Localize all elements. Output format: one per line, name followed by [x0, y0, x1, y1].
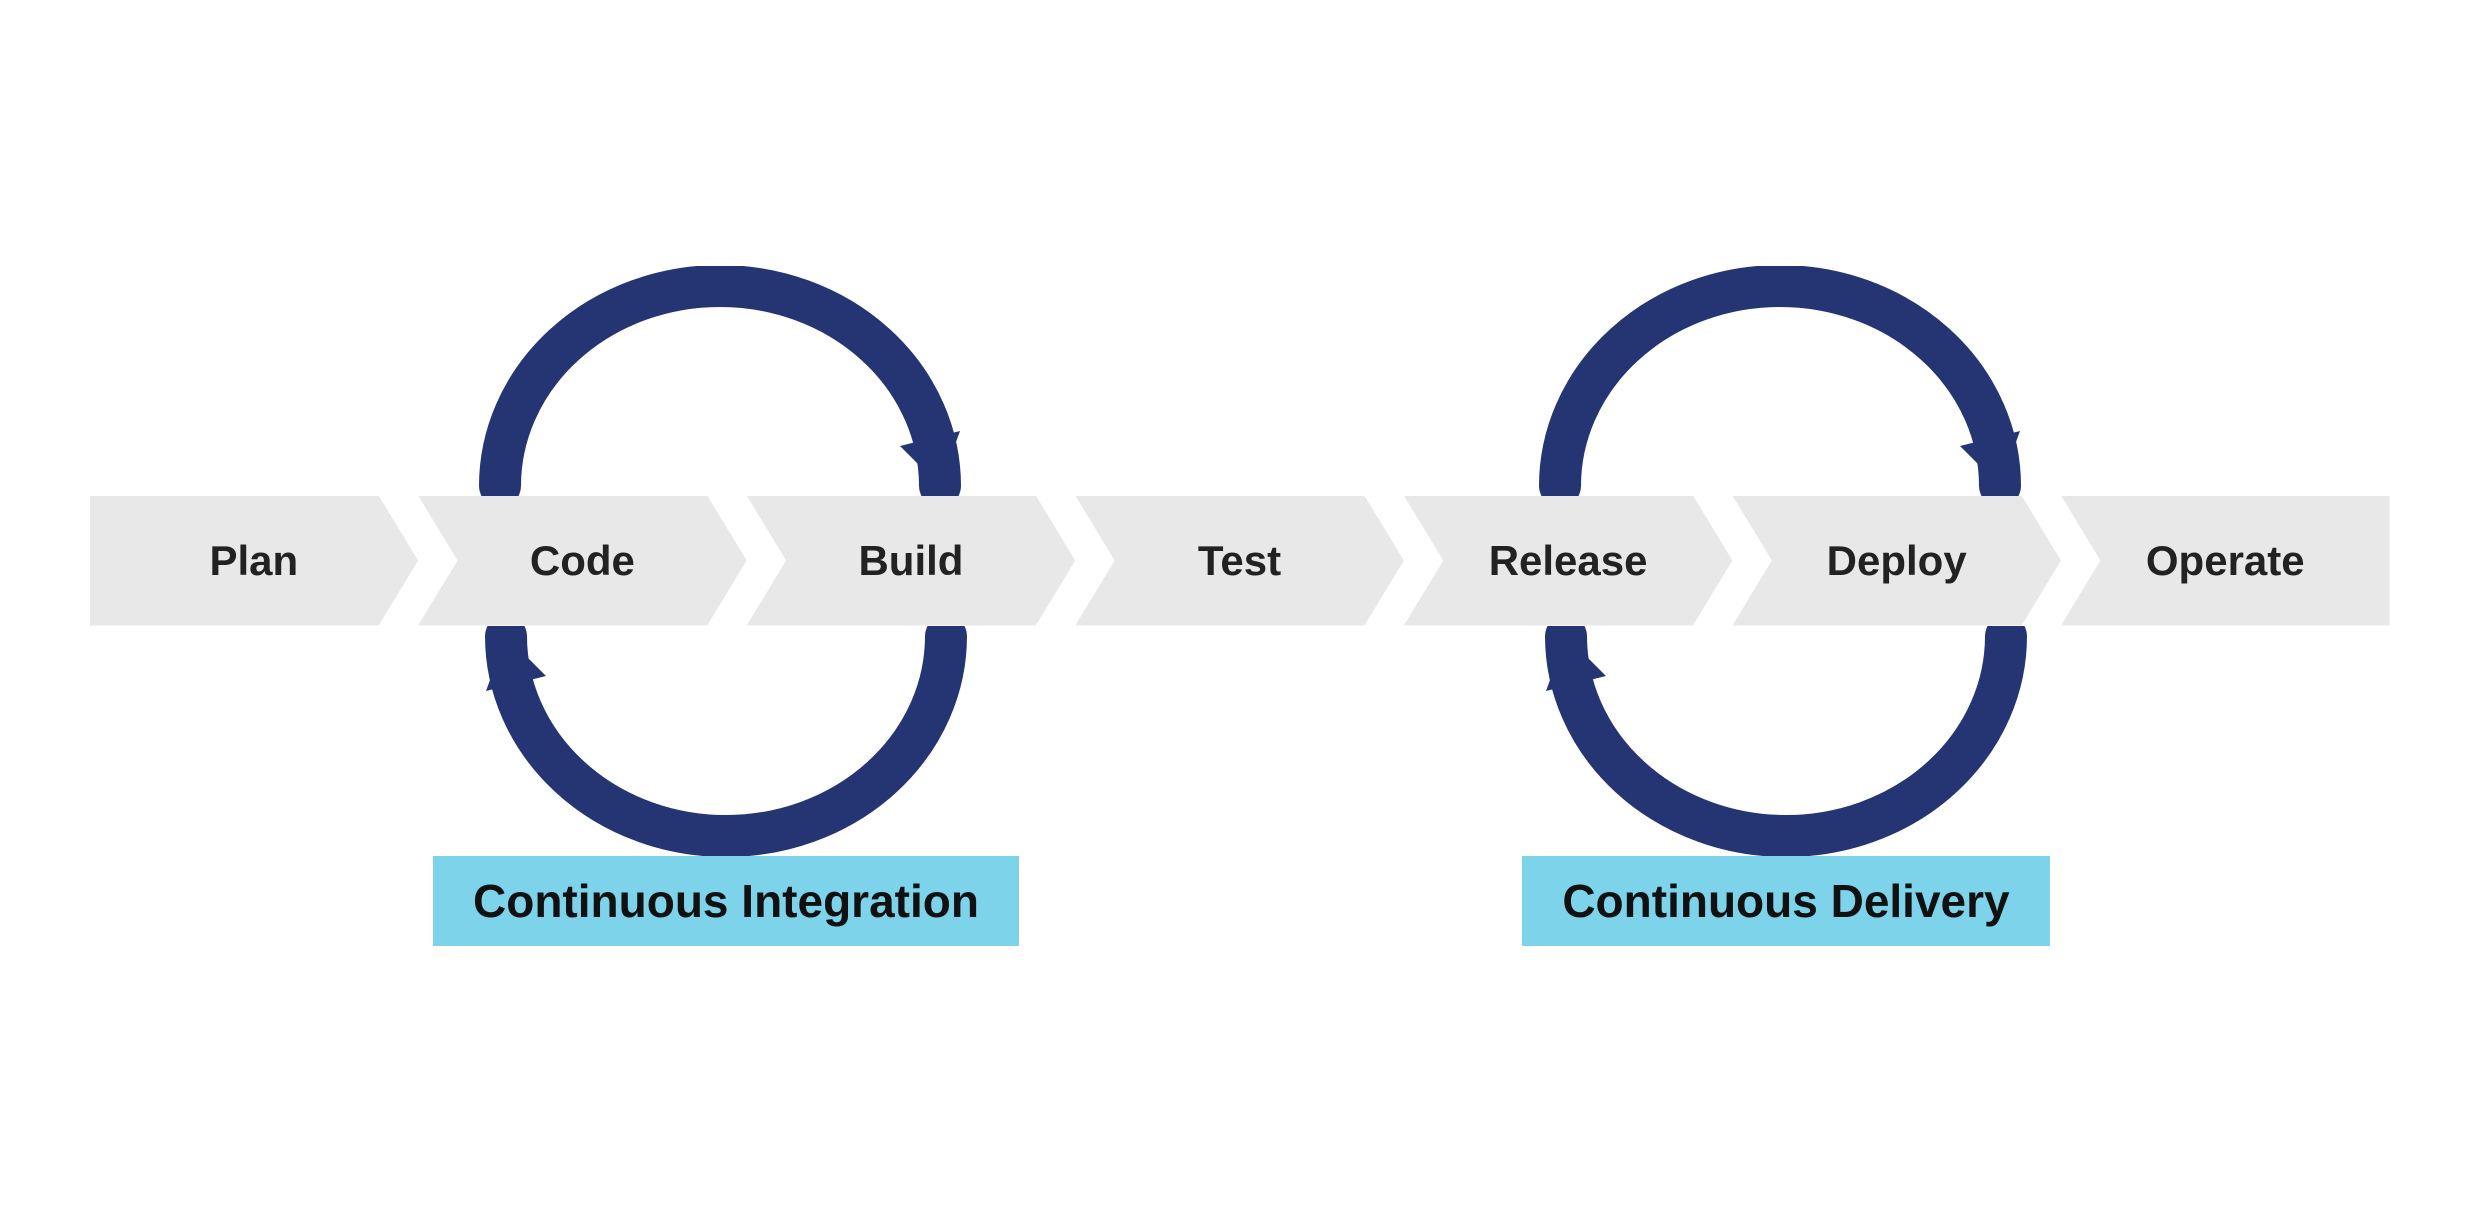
arrow-test: Test	[1075, 496, 1404, 626]
ci-bottom-group: Continuous Integration	[433, 626, 1019, 946]
bottom-arcs-row: Continuous Integration Continuous Delive…	[90, 626, 2390, 946]
pipeline-item-operate: Operate	[2061, 496, 2390, 626]
label-release: Release	[1489, 537, 1648, 585]
arrow-operate: Operate	[2061, 496, 2390, 626]
diagram-container: Plan Code Build Test Release Deploy	[90, 266, 2390, 946]
ci-bottom-arc	[446, 626, 1006, 856]
ci-label-text: Continuous Integration	[473, 875, 979, 927]
label-build: Build	[858, 537, 963, 585]
cd-top-arc	[1500, 266, 2060, 496]
arrow-build: Build	[747, 496, 1076, 626]
cd-top-arc-group	[1500, 266, 2060, 496]
pipeline-item-build: Build	[747, 496, 1076, 626]
arrow-plan: Plan	[90, 496, 419, 626]
pipeline-row: Plan Code Build Test Release Deploy	[90, 496, 2390, 626]
cd-label-text: Continuous Delivery	[1562, 875, 2009, 927]
arrow-code: Code	[418, 496, 747, 626]
label-plan: Plan	[209, 537, 298, 585]
ci-top-arc	[440, 266, 1000, 496]
cd-label-box: Continuous Delivery	[1522, 856, 2049, 946]
label-code: Code	[530, 537, 635, 585]
arrow-deploy: Deploy	[1732, 496, 2061, 626]
pipeline-item-test: Test	[1075, 496, 1404, 626]
pipeline-item-release: Release	[1404, 496, 1733, 626]
label-operate: Operate	[2146, 537, 2305, 585]
cd-bottom-group: Continuous Delivery	[1506, 626, 2066, 946]
pipeline-item-code: Code	[418, 496, 747, 626]
top-arcs-row	[90, 266, 2390, 496]
ci-label-box: Continuous Integration	[433, 856, 1019, 946]
arrow-release: Release	[1404, 496, 1733, 626]
cd-bottom-arc	[1506, 626, 2066, 856]
pipeline-item-deploy: Deploy	[1732, 496, 2061, 626]
label-test: Test	[1198, 537, 1281, 585]
pipeline-item-plan: Plan	[90, 496, 419, 626]
ci-top-arc-group	[440, 266, 1000, 496]
label-deploy: Deploy	[1827, 537, 1967, 585]
